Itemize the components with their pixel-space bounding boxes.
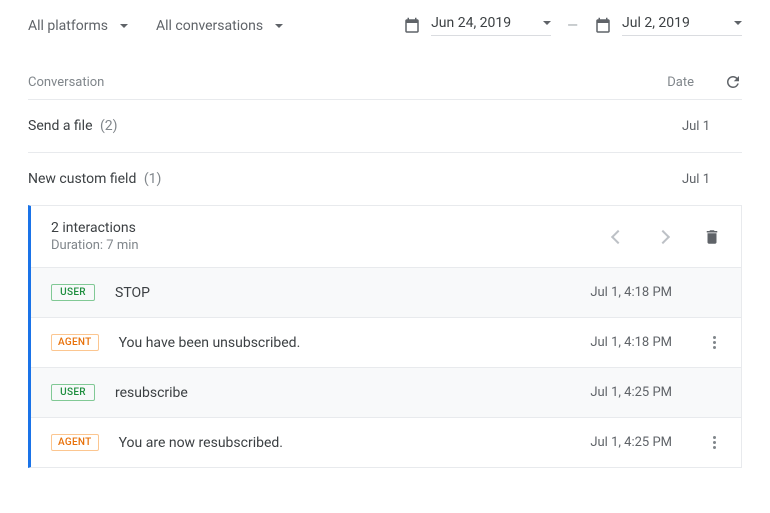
calendar-icon[interactable] (594, 17, 612, 35)
more-icon[interactable] (707, 336, 721, 349)
conversation-row[interactable]: Send a file (2) Jul 1 (0, 100, 770, 152)
date-range-separator: — (567, 18, 578, 34)
message-time: Jul 1, 4:18 PM (590, 285, 672, 300)
header-conversation: Conversation (28, 75, 667, 90)
conversation-date: Jul 1 (682, 172, 710, 187)
conversation-title: Send a file (2) (28, 118, 682, 134)
message-time: Jul 1, 4:18 PM (590, 335, 672, 350)
count-text: (2) (100, 118, 118, 134)
conversation-date: Jul 1 (682, 119, 710, 134)
title-text: New custom field (28, 171, 136, 187)
message-time: Jul 1, 4:25 PM (590, 385, 672, 400)
conversations-dropdown[interactable]: All conversations (156, 18, 283, 34)
chevron-down-icon (275, 24, 283, 28)
message-time: Jul 1, 4:25 PM (590, 435, 672, 450)
date-range-picker: Jun 24, 2019 — Jul 2, 2019 (403, 15, 742, 36)
nav-arrows (613, 232, 668, 242)
header-date: Date (667, 75, 694, 90)
message-row: USER STOP Jul 1, 4:18 PM (31, 267, 741, 317)
message-row: AGENT You are now resubscribed. Jul 1, 4… (31, 417, 741, 467)
conversations-label: All conversations (156, 18, 263, 34)
message-row: USER resubscribe Jul 1, 4:25 PM (31, 367, 741, 417)
message-row: AGENT You have been unsubscribed. Jul 1,… (31, 317, 741, 367)
platform-dropdown[interactable]: All platforms (28, 18, 128, 34)
expanded-conversation: 2 interactions Duration: 7 min USER STOP… (28, 205, 742, 468)
refresh-icon[interactable] (724, 73, 742, 91)
message-text: resubscribe (115, 385, 590, 401)
date-start-input[interactable]: Jun 24, 2019 (431, 15, 551, 36)
conversation-row[interactable]: New custom field (1) Jul 1 (0, 153, 770, 205)
chevron-down-icon (120, 24, 128, 28)
chevron-right-icon[interactable] (656, 229, 670, 243)
message-text: You are now resubscribed. (119, 435, 591, 451)
list-header: Conversation Date (0, 51, 770, 99)
platform-label: All platforms (28, 18, 108, 34)
role-badge-agent: AGENT (51, 434, 99, 451)
chevron-left-icon[interactable] (611, 229, 625, 243)
chevron-down-icon (734, 21, 742, 25)
expanded-header: 2 interactions Duration: 7 min (31, 206, 741, 267)
interactions-title: 2 interactions (51, 220, 613, 236)
count-text: (1) (144, 171, 162, 187)
trash-icon[interactable] (703, 228, 721, 246)
date-start-text: Jun 24, 2019 (431, 15, 511, 31)
title-text: Send a file (28, 118, 93, 134)
role-badge-user: USER (51, 284, 95, 301)
date-end-input[interactable]: Jul 2, 2019 (622, 15, 742, 36)
message-text: You have been unsubscribed. (119, 335, 591, 351)
role-badge-agent: AGENT (51, 334, 99, 351)
calendar-icon[interactable] (403, 17, 421, 35)
conversation-title: New custom field (1) (28, 171, 682, 187)
date-end-text: Jul 2, 2019 (622, 15, 690, 31)
message-text: STOP (115, 285, 590, 301)
more-icon[interactable] (707, 436, 721, 449)
chevron-down-icon (543, 21, 551, 25)
filter-bar: All platforms All conversations Jun 24, … (0, 0, 770, 51)
role-badge-user: USER (51, 384, 95, 401)
interactions-duration: Duration: 7 min (51, 238, 613, 253)
